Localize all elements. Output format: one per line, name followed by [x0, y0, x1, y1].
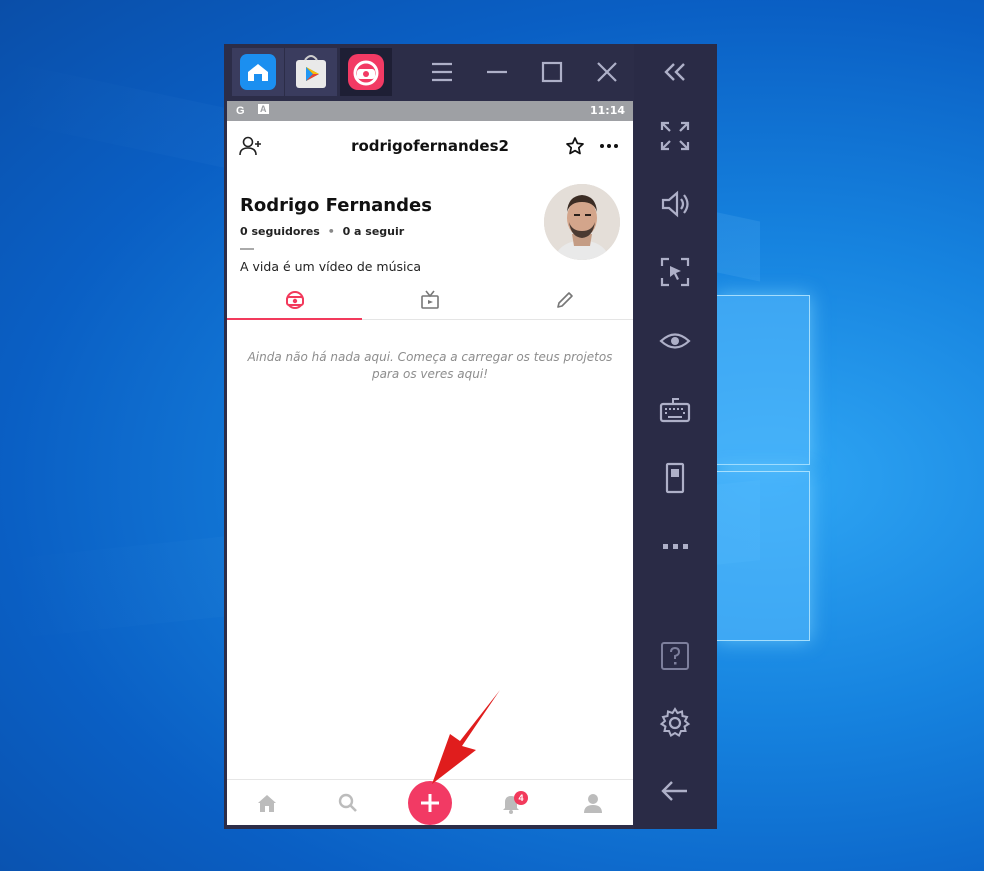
- status-bar: G A 11:14: [227, 101, 633, 121]
- app-logo-icon: [285, 291, 304, 309]
- play-store-tab[interactable]: [285, 48, 337, 96]
- tv-icon: [420, 290, 439, 309]
- divider: [240, 248, 254, 250]
- maximize-icon: [541, 61, 563, 83]
- minimize-icon: [487, 70, 507, 74]
- close-button[interactable]: [593, 58, 621, 86]
- home-tab[interactable]: [232, 48, 284, 96]
- google-notification-icon: G: [236, 105, 245, 117]
- more-icon: [663, 544, 688, 549]
- profile-header: rodrigofernandes2: [227, 121, 633, 171]
- more-horizontal-icon: [600, 144, 618, 148]
- empty-state-line2: para os veres aqui!: [371, 367, 489, 381]
- maximize-button[interactable]: [538, 58, 566, 86]
- stats-separator: •: [327, 225, 335, 238]
- phone-icon: [665, 462, 685, 494]
- star-icon: [566, 137, 584, 155]
- search-icon: [338, 793, 357, 812]
- visibility-button[interactable]: [654, 320, 696, 362]
- status-time: 11:14: [589, 104, 625, 117]
- back-button[interactable]: [654, 770, 696, 812]
- favorite-button[interactable]: [565, 136, 585, 161]
- empty-state-message: Ainda não há nada aqui. Começa a carrega…: [227, 349, 633, 383]
- tab-videos[interactable]: [227, 281, 362, 319]
- play-store-icon: [296, 55, 326, 88]
- notifications-badge: 4: [514, 791, 528, 805]
- collapse-icon: [664, 63, 685, 81]
- volume-button[interactable]: [654, 183, 696, 225]
- nav-profile[interactable]: [568, 780, 618, 825]
- menu-button[interactable]: [428, 58, 456, 86]
- close-icon: [597, 62, 617, 82]
- nav-home[interactable]: [242, 780, 292, 825]
- active-tab-indicator: [227, 318, 362, 320]
- nav-search[interactable]: [323, 780, 373, 825]
- keyboard-button[interactable]: [654, 389, 696, 431]
- app-tab[interactable]: [340, 48, 392, 96]
- profile-bio: A vida é um vídeo de música: [240, 259, 422, 274]
- minimize-button[interactable]: [483, 58, 511, 86]
- eye-icon: [659, 333, 691, 349]
- red-arrow-annotation: [432, 690, 500, 784]
- emulator-topbar: [224, 44, 634, 100]
- home-icon: [258, 795, 276, 812]
- screenshot-icon: [660, 257, 690, 287]
- collapse-sidebar-button[interactable]: [654, 51, 696, 93]
- help-button[interactable]: [654, 635, 696, 677]
- profile-stats: 0 seguidores • 0 a seguir: [240, 225, 404, 238]
- settings-icon: [659, 707, 691, 737]
- followers-count[interactable]: 0 seguidores: [240, 225, 320, 238]
- tab-edit[interactable]: [497, 281, 632, 319]
- windows-logo: [716, 295, 811, 641]
- pencil-icon: [556, 292, 573, 308]
- avatar[interactable]: [544, 184, 620, 260]
- settings-button[interactable]: [654, 702, 696, 744]
- fullscreen-button[interactable]: [654, 115, 696, 157]
- more-options-button[interactable]: [599, 137, 619, 160]
- emulator-sidebar: [634, 44, 717, 829]
- more-options-button[interactable]: [654, 525, 696, 567]
- profile-content-tabs: [227, 281, 633, 320]
- app-logo-icon: [348, 54, 384, 90]
- empty-state-line1: Ainda não há nada aqui. Começa a carrega…: [247, 350, 613, 364]
- user-icon: [584, 794, 602, 813]
- help-icon: [661, 642, 689, 670]
- tab-tv[interactable]: [362, 281, 497, 319]
- app-notification-icon: A: [258, 104, 269, 114]
- keyboard-icon: [659, 398, 691, 423]
- screenshot-button[interactable]: [654, 251, 696, 293]
- volume-icon: [661, 190, 689, 218]
- following-count[interactable]: 0 a seguir: [343, 225, 405, 238]
- plus-icon: [421, 794, 439, 812]
- rotate-device-button[interactable]: [654, 457, 696, 499]
- profile-full-name: Rodrigo Fernandes: [240, 195, 432, 216]
- fullscreen-icon: [660, 121, 690, 151]
- avatar-photo: [544, 184, 620, 260]
- menu-icon: [432, 62, 452, 82]
- home-icon: [240, 54, 276, 90]
- back-icon: [661, 781, 687, 801]
